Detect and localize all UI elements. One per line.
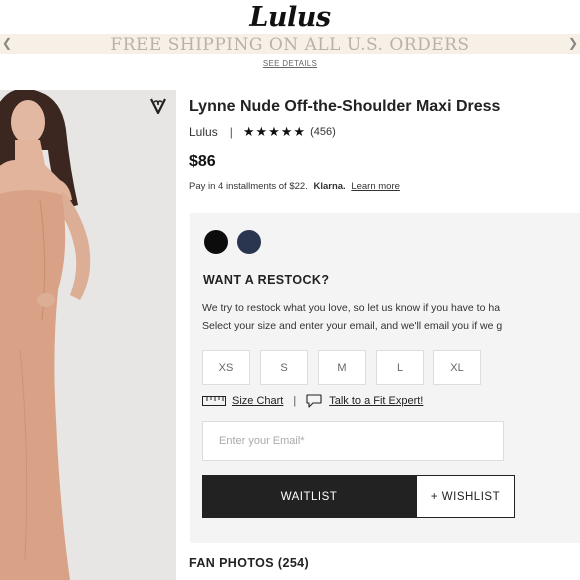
color-swatch-navy[interactable]	[237, 230, 261, 254]
product-image[interactable]	[0, 90, 176, 580]
klarna-logo: Klarna.	[313, 181, 346, 192]
size-button-xl[interactable]: XL	[433, 350, 481, 385]
divider: |	[229, 125, 233, 139]
size-button-l[interactable]: L	[376, 350, 424, 385]
size-button-xs[interactable]: XS	[202, 350, 250, 385]
fan-photos-heading[interactable]: FAN PHOTOS (254)	[189, 556, 309, 570]
chevron-right-icon[interactable]: ❯	[568, 36, 578, 50]
add-to-wishlist-button[interactable]: + WISHLIST	[416, 475, 515, 518]
model-photo	[0, 90, 176, 580]
size-button-s[interactable]: S	[260, 350, 308, 385]
restock-description-line-2: Select your size and enter your email, a…	[202, 320, 503, 332]
size-button-m[interactable]: M	[318, 350, 366, 385]
heart-icon[interactable]	[148, 96, 168, 116]
star-rating[interactable]: ★★★★★	[243, 124, 306, 140]
color-swatch-black[interactable]	[204, 230, 228, 254]
ruler-icon	[202, 396, 226, 406]
brand-link[interactable]: Lulus	[189, 125, 218, 139]
email-field[interactable]	[202, 421, 504, 461]
site-logo[interactable]: Lulus	[0, 2, 580, 33]
product-price: $86	[189, 153, 216, 170]
product-title: Lynne Nude Off-the-Shoulder Maxi Dress	[189, 98, 501, 115]
divider: |	[293, 395, 297, 407]
fit-expert-link[interactable]: Talk to a Fit Expert!	[329, 395, 423, 407]
restock-description-line-1: We try to restock what you love, so let …	[202, 302, 501, 314]
promo-text: FREE SHIPPING ON ALL U.S. ORDERS	[110, 35, 470, 54]
fit-help-row: Size Chart | Talk to a Fit Expert!	[202, 394, 423, 408]
review-count[interactable]: (456)	[310, 126, 336, 138]
waitlist-button[interactable]: WAITLIST	[202, 475, 416, 518]
chat-icon	[306, 394, 322, 408]
installments-info: Pay in 4 installments of $22. Klarna. Le…	[189, 181, 400, 192]
promo-banner: ❮ FREE SHIPPING ON ALL U.S. ORDERS ❯	[0, 34, 580, 54]
see-details-link[interactable]: SEE DETAILS	[0, 59, 580, 68]
installments-text: Pay in 4 installments of $22.	[189, 181, 308, 192]
brand-rating-row: Lulus | ★★★★★ (456)	[189, 124, 336, 140]
restock-heading: WANT A RESTOCK?	[203, 273, 330, 287]
size-chart-link[interactable]: Size Chart	[232, 395, 283, 407]
learn-more-link[interactable]: Learn more	[351, 181, 400, 192]
